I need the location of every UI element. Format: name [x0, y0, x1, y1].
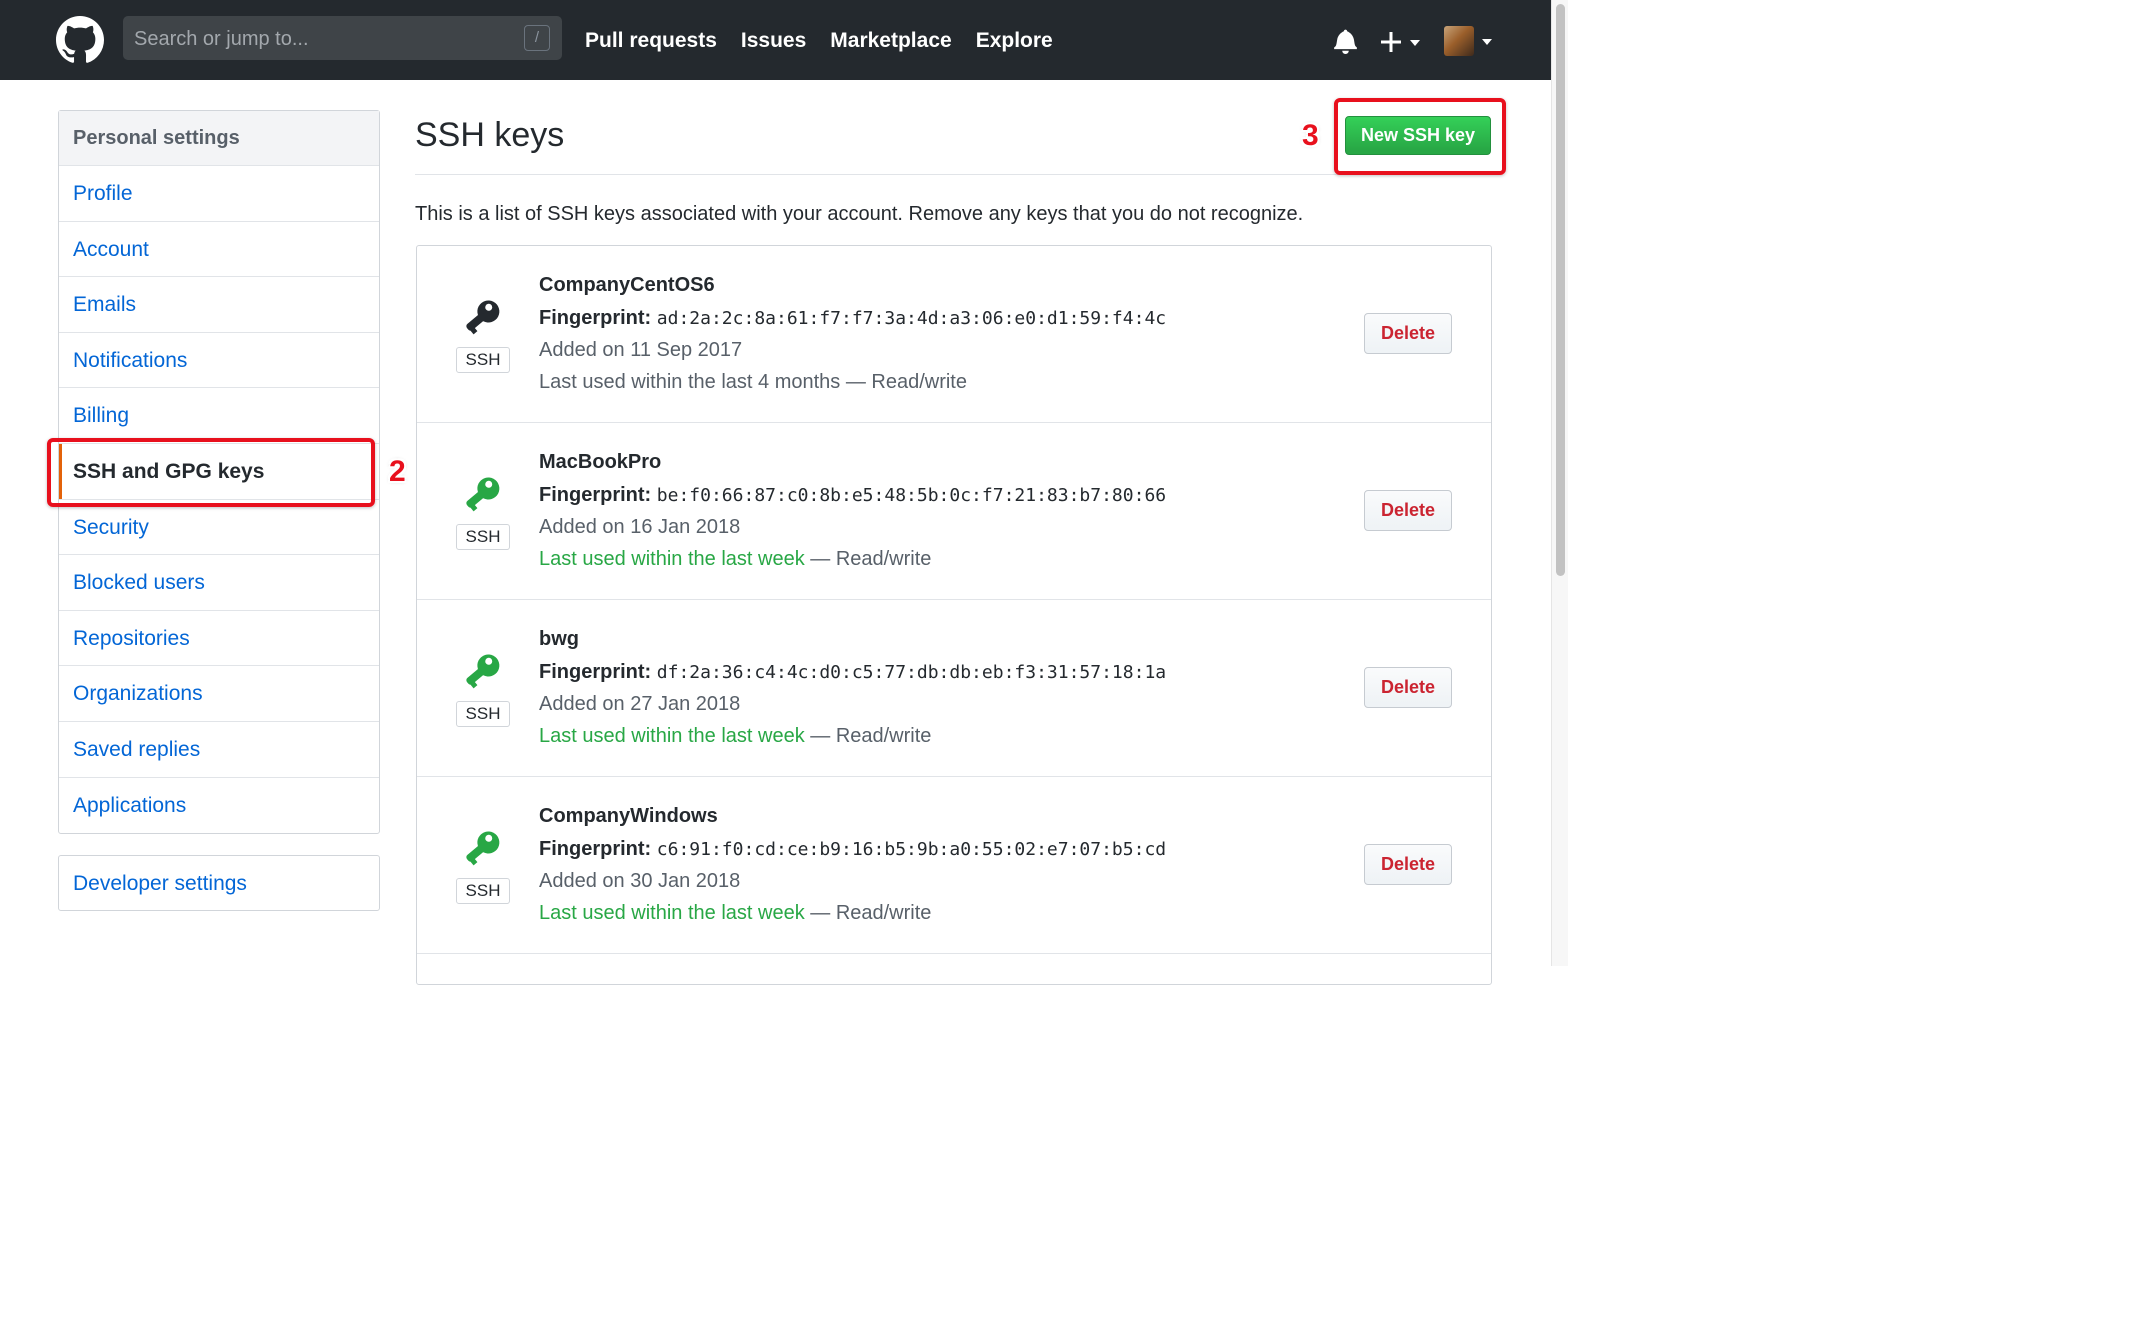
chevron-down-icon	[1482, 39, 1492, 45]
key-added-date: Added on 30 Jan 2018	[539, 870, 741, 892]
sidebar-item-account[interactable]: Account	[59, 222, 379, 278]
plus-icon	[1381, 32, 1401, 52]
sidebar-item-blocked-users[interactable]: Blocked users	[59, 555, 379, 611]
search-box: /	[123, 16, 562, 62]
header-nav: Pull requests Issues Marketplace Explore	[585, 28, 1053, 54]
key-icon	[466, 831, 500, 866]
fingerprint-label: Fingerprint:	[539, 484, 652, 506]
sidebar-item-developer-settings[interactable]: Developer settings	[58, 855, 380, 911]
top-header: / Pull requests Issues Marketplace Explo…	[0, 0, 1551, 80]
key-last-used: Last used within the last week — Read/wr…	[539, 548, 931, 571]
key-access-level: — Read/write	[804, 548, 932, 570]
key-title: MacBookPro	[539, 451, 662, 473]
fingerprint-value: df:2a:36:c4:4c:d0:c5:77:db:db:eb:f3:31:5…	[656, 662, 1167, 683]
title-divider	[415, 174, 1491, 175]
key-icon	[466, 654, 500, 689]
delete-key-button[interactable]: Delete	[1364, 490, 1452, 531]
last-used-text: Last used within the last 4 months	[539, 371, 841, 393]
sidebar-item-notifications[interactable]: Notifications	[59, 333, 379, 389]
chevron-down-icon	[1410, 40, 1420, 46]
delete-key-button[interactable]: Delete	[1364, 667, 1452, 708]
ssh-badge: SSH	[456, 347, 510, 373]
sidebar-item-organizations[interactable]: Organizations	[59, 666, 379, 722]
key-last-used: Last used within the last week — Read/wr…	[539, 902, 931, 925]
sidebar-item-emails[interactable]: Emails	[59, 277, 379, 333]
key-title: CompanyCentOS6	[539, 274, 715, 296]
key-fingerprint: Fingerprint: df:2a:36:c4:4c:d0:c5:77:db:…	[539, 661, 1166, 684]
ssh-badge: SSH	[456, 701, 510, 727]
key-added-date: Added on 27 Jan 2018	[539, 693, 741, 715]
sidebar-item-billing[interactable]: Billing	[59, 388, 379, 444]
annotation-step-2: 2	[389, 455, 406, 488]
scrollbar-thumb[interactable]	[1556, 4, 1565, 576]
user-menu-dropdown[interactable]	[1444, 26, 1494, 58]
ssh-key-row: SSH bwg Fingerprint: df:2a:36:c4:4c:d0:c…	[417, 600, 1491, 777]
key-last-used: Last used within the last 4 months — Rea…	[539, 371, 967, 394]
page-title: SSH keys	[415, 116, 565, 154]
nav-issues[interactable]: Issues	[741, 28, 806, 54]
bell-icon[interactable]	[1333, 28, 1358, 54]
create-new-dropdown[interactable]	[1380, 26, 1424, 56]
key-fingerprint: Fingerprint: ad:2a:2c:8a:61:f7:f7:3a:4d:…	[539, 307, 1166, 330]
ssh-key-list: SSH CompanyCentOS6 Fingerprint: ad:2a:2c…	[416, 245, 1492, 985]
fingerprint-value: ad:2a:2c:8a:61:f7:f7:3a:4d:a3:06:e0:d1:5…	[656, 308, 1167, 329]
key-title: bwg	[539, 628, 579, 650]
sidebar-item-repositories[interactable]: Repositories	[59, 611, 379, 667]
annotation-step-3: 3	[1302, 119, 1319, 152]
last-used-text: Last used within the last week	[539, 548, 805, 570]
ssh-badge: SSH	[456, 524, 510, 550]
ssh-key-row: SSH CompanyWindows Fingerprint: c6:91:f0…	[417, 777, 1491, 954]
fingerprint-value: c6:91:f0:cd:ce:b9:16:b5:9b:a0:55:02:e7:0…	[656, 839, 1167, 860]
annotation-highlight-ssh-gpg-keys	[47, 438, 375, 507]
fingerprint-value: be:f0:66:87:c0:8b:e5:48:5b:0c:f7:21:83:b…	[656, 485, 1167, 506]
sidebar-heading: Personal settings	[59, 111, 379, 166]
last-used-text: Last used within the last week	[539, 725, 805, 747]
key-access-level: — Read/write	[804, 725, 932, 747]
github-logo-icon[interactable]	[56, 16, 104, 64]
sidebar-item-profile[interactable]: Profile	[59, 166, 379, 222]
search-shortcut-key: /	[524, 25, 550, 51]
ssh-key-row: SSH CompanyCentOS6 Fingerprint: ad:2a:2c…	[417, 246, 1491, 423]
page-scrollbar[interactable]	[1551, 0, 1568, 966]
key-last-used: Last used within the last week — Read/wr…	[539, 725, 931, 748]
fingerprint-label: Fingerprint:	[539, 661, 652, 683]
sidebar-item-saved-replies[interactable]: Saved replies	[59, 722, 379, 778]
ssh-key-row: SSH MacBookPro Fingerprint: be:f0:66:87:…	[417, 423, 1491, 600]
annotation-highlight-new-ssh-key	[1334, 98, 1506, 175]
key-fingerprint: Fingerprint: c6:91:f0:cd:ce:b9:16:b5:9b:…	[539, 838, 1166, 861]
sidebar-item-applications[interactable]: Applications	[59, 778, 379, 834]
nav-marketplace[interactable]: Marketplace	[830, 28, 951, 54]
key-icon	[466, 477, 500, 512]
key-icon	[466, 300, 500, 335]
key-added-date: Added on 11 Sep 2017	[539, 339, 743, 361]
delete-key-button[interactable]: Delete	[1364, 844, 1452, 885]
key-added-date: Added on 16 Jan 2018	[539, 516, 741, 538]
avatar	[1444, 26, 1474, 56]
nav-explore[interactable]: Explore	[976, 28, 1053, 54]
fingerprint-label: Fingerprint:	[539, 307, 652, 329]
ssh-keys-description: This is a list of SSH keys associated wi…	[415, 203, 1304, 225]
key-title: CompanyWindows	[539, 805, 718, 827]
nav-pull-requests[interactable]: Pull requests	[585, 28, 717, 54]
ssh-badge: SSH	[456, 878, 510, 904]
search-input[interactable]	[123, 16, 516, 62]
delete-key-button[interactable]: Delete	[1364, 313, 1452, 354]
fingerprint-label: Fingerprint:	[539, 838, 652, 860]
key-fingerprint: Fingerprint: be:f0:66:87:c0:8b:e5:48:5b:…	[539, 484, 1166, 507]
key-access-level: — Read/write	[840, 371, 967, 393]
last-used-text: Last used within the last week	[539, 902, 805, 924]
key-access-level: — Read/write	[804, 902, 932, 924]
sidebar-item-security[interactable]: Security	[59, 500, 379, 556]
